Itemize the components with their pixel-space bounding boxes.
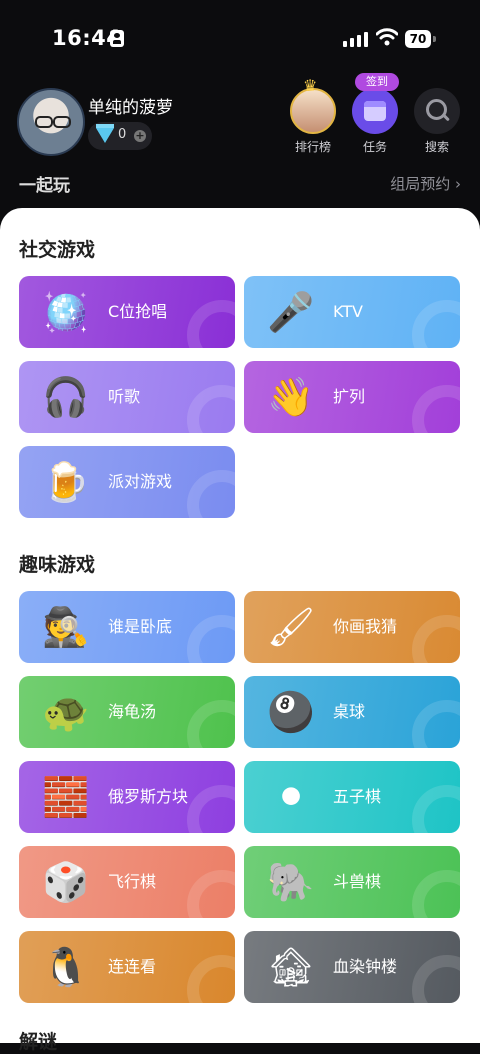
puzzle-games-title: 解谜 (19, 1031, 58, 1053)
game-card-label: 斗兽棋 (333, 872, 382, 891)
card-decoration (412, 785, 460, 833)
game-card-beer[interactable]: 🍺 派对游戏 (19, 446, 235, 518)
spy-icon: 🕵 (42, 605, 90, 649)
game-card-penguin[interactable]: 🐧 连连看 (19, 931, 235, 1003)
game-card-label: C位抢唱 (108, 302, 168, 321)
card-decoration (187, 955, 235, 1003)
search-label: 搜索 (424, 140, 449, 154)
game-card-label: 连连看 (108, 957, 157, 976)
username[interactable]: 单纯的菠萝 (88, 93, 173, 118)
card-decoration (187, 870, 235, 918)
crown-icon: ♛ (303, 76, 318, 95)
search-circle (414, 88, 460, 134)
clock-tower-icon: 🏚 (266, 945, 316, 989)
card-decoration (187, 615, 235, 663)
game-card-label: 桌球 (333, 702, 366, 721)
group-reservation-link[interactable]: 组局预约 › (390, 173, 461, 194)
game-card-turtle[interactable]: 🐢 海龟汤 (19, 676, 235, 748)
tetris-block-icon: 🧱 (42, 775, 90, 819)
cellular-signal-icon (343, 31, 369, 47)
card-decoration (412, 870, 460, 918)
microphone-icon: 🎤 (267, 290, 315, 334)
sign-in-badge[interactable]: 签到 (355, 73, 399, 91)
card-decoration (187, 385, 235, 433)
eight-ball-icon: 🎱 (267, 690, 315, 734)
headphones-icon: 🎧 (42, 375, 90, 419)
card-decoration (412, 700, 460, 748)
card-decoration (187, 300, 235, 348)
card-decoration (412, 300, 460, 348)
play-together-title: 一起玩 (19, 176, 70, 196)
game-card-label: 血染钟楼 (333, 957, 398, 976)
disco-ball-icon: 🪩 (42, 290, 90, 334)
game-card-go-stones[interactable]: ⚫ 五子棋 (244, 761, 460, 833)
turtle-icon: 🐢 (42, 690, 90, 734)
game-card-label: 俄罗斯方块 (108, 787, 189, 806)
game-card-label: 你画我猜 (333, 617, 398, 636)
card-decoration (187, 785, 235, 833)
card-decoration (187, 470, 235, 518)
game-card-microphone[interactable]: 🎤 KTV (244, 276, 460, 348)
game-card-label: 飞行棋 (108, 872, 157, 891)
game-card-label: 谁是卧底 (108, 617, 173, 636)
search-icon-handle (442, 113, 450, 122)
game-card-label: 五子棋 (333, 787, 382, 806)
games-sheet: 社交游戏 🪩 C位抢唱 🎤 KTV 🎧 听歌 👋 扩列 🍺 派对游戏 趣味游戏 🕵 谁是卧底 🖌 你画我… (0, 208, 480, 1043)
calendar-icon (364, 101, 386, 121)
card-decoration (412, 385, 460, 433)
game-card-waving-hand[interactable]: 👋 扩列 (244, 361, 460, 433)
game-card-paintbrush[interactable]: 🖌 你画我猜 (244, 591, 460, 663)
game-card-label: KTV (333, 302, 363, 321)
avatar[interactable] (17, 88, 85, 156)
leaderboard-label: 排行榜 (294, 140, 331, 154)
animal-chess-icon: 🐘 (267, 860, 315, 904)
penguin-icon: 🐧 (42, 945, 90, 989)
status-bar: 16:44 70 (0, 0, 480, 78)
waving-hand-icon: 👋 (267, 375, 315, 419)
card-decoration (412, 955, 460, 1003)
game-card-tetris-block[interactable]: 🧱 俄罗斯方块 (19, 761, 235, 833)
leaderboard-avatar: ♛ (290, 76, 336, 134)
game-card-label: 听歌 (108, 387, 141, 406)
battery-indicator: 70 (405, 30, 436, 48)
diamond-balance[interactable]: 0 + (88, 122, 152, 150)
wifi-icon (376, 28, 398, 46)
fun-games-title: 趣味游戏 (19, 554, 96, 576)
diamond-count: 0 (118, 127, 127, 142)
tasks-button[interactable]: 任务 (350, 88, 400, 155)
go-stones-icon: ⚫ (275, 775, 307, 819)
plus-icon[interactable]: + (134, 130, 146, 142)
game-card-label: 扩列 (333, 387, 366, 406)
social-games-title: 社交游戏 (19, 239, 96, 261)
game-card-headphones[interactable]: 🎧 听歌 (19, 361, 235, 433)
game-card-label: 派对游戏 (108, 472, 173, 491)
leaderboard-button[interactable]: ♛ 排行榜 (288, 76, 338, 155)
game-card-spy[interactable]: 🕵 谁是卧底 (19, 591, 235, 663)
beer-icon: 🍺 (42, 460, 90, 504)
dice-icon: 🎲 (42, 860, 90, 904)
game-card-eight-ball[interactable]: 🎱 桌球 (244, 676, 460, 748)
card-decoration (412, 615, 460, 663)
game-card-clock-tower[interactable]: 🏚 血染钟楼 (244, 931, 460, 1003)
tasks-circle (352, 88, 398, 134)
diamond-icon (96, 124, 114, 143)
game-card-dice[interactable]: 🎲 飞行棋 (19, 846, 235, 918)
paintbrush-icon: 🖌 (266, 605, 316, 649)
card-decoration (187, 700, 235, 748)
search-button[interactable]: 搜索 (412, 88, 462, 155)
tasks-label: 任务 (362, 140, 387, 154)
game-card-animal-chess[interactable]: 🐘 斗兽棋 (244, 846, 460, 918)
contact-card-icon (110, 30, 124, 47)
game-card-disco-ball[interactable]: 🪩 C位抢唱 (19, 276, 235, 348)
game-card-label: 海龟汤 (108, 702, 157, 721)
